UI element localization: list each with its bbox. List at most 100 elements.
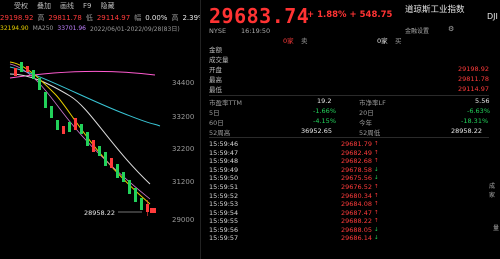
exchange-label: NYSE [209, 27, 227, 35]
candle [116, 164, 119, 178]
arrow-down-icon: ↓ [374, 175, 379, 182]
chart-low-label: 低 [85, 13, 93, 22]
side-tab-label[interactable]: 成家 [489, 181, 500, 199]
stat-label: 成交量 [209, 56, 229, 65]
ytd-label: 今年 [359, 119, 372, 127]
sell-label: 卖 [301, 37, 308, 45]
price-tick: 32200 [172, 145, 194, 153]
chart-high-label: 高 [37, 13, 45, 22]
valuation-row-52w: 52周高 36952.65 52周低 28958.22 [209, 127, 489, 137]
arrow-up-icon: ↑ [374, 184, 379, 190]
arrow-up-icon: ↑ [374, 209, 379, 216]
tick-price: 29688.05 [340, 225, 372, 234]
w52l-value: 28958.22 [451, 127, 483, 135]
price-tick: 33200 [172, 113, 194, 121]
tick-time: 15:59:48 [209, 157, 239, 166]
gear-icon[interactable]: ⚙ [448, 25, 454, 33]
quote-panel: 29683.74 + 1.88% + 548.75 道琼斯工业指数 DJI NY… [200, 0, 500, 259]
side-tab-label[interactable]: 量 [493, 223, 499, 232]
tick-time: 15:59:51 [209, 183, 239, 191]
toolbar-item-authorize[interactable]: 受权 [14, 1, 28, 11]
candle [80, 124, 83, 134]
pe-ttm-value: 19.2 [317, 97, 332, 105]
tick-price: 29682.49 [340, 148, 372, 157]
d5-value: -1.66% [313, 107, 336, 115]
w52h-value: 36952.65 [301, 127, 333, 135]
tick-time: 15:59:47 [209, 148, 239, 157]
toolbar-item-f9[interactable]: F9 [83, 2, 91, 10]
price-tick: 31200 [172, 178, 194, 186]
tick-price: 29681.79 [340, 140, 372, 149]
buy-price: 0家 [377, 37, 388, 45]
d60-label: 60日 [209, 119, 224, 127]
stat-value: 29114.97 [457, 85, 489, 94]
d20-value: -6.63% [467, 107, 490, 115]
chart-change-value: 0.00% [145, 13, 168, 22]
candle [122, 172, 125, 182]
stat-label: 开盘 [209, 66, 222, 75]
pb-label: 市净率LF [359, 99, 386, 107]
arrow-down-icon: ↓ [374, 235, 379, 242]
current-price-marker [150, 208, 156, 213]
toolbar-item-overlay[interactable]: 叠加 [37, 1, 51, 11]
toolbar-item-draw[interactable]: 画线 [60, 1, 74, 11]
price-tick: 29000 [172, 216, 194, 224]
candle [56, 120, 59, 130]
chart-change-label: 幅 [134, 13, 142, 22]
d5-label: 5日 [209, 109, 220, 117]
arrow-up-icon: ↑ [374, 141, 379, 148]
stat-row-low: 最低 29114.97 [209, 85, 489, 94]
tick-row: 15:59:52 29680.34 ↑ [209, 191, 499, 200]
kline-chart-panel[interactable]: 受权 叠加 画线 F9 隐藏 29198.92 高 29811.78 低 291… [0, 0, 200, 259]
tick-time: 15:59:49 [209, 165, 239, 174]
candle [110, 158, 113, 168]
index-code: DJI [487, 12, 498, 21]
candle [86, 132, 89, 146]
tick-list[interactable]: 15:59:46 29681.79 ↑ 15:59:47 29682.49 ↑ 15:59:… [209, 140, 499, 243]
ma-a-value: 32194.90 [0, 24, 29, 32]
tick-time: 15:59:53 [209, 200, 239, 209]
chart-quote-row: 29198.92 高 29811.78 低 29114.97 幅 0.00% 高… [0, 12, 200, 23]
arrow-up-icon: ↑ [374, 192, 379, 199]
pb-value: 5.56 [475, 97, 490, 105]
price-tick: 34400 [172, 79, 194, 87]
date-range: 2022/06/01-2022/09/28(83日) [90, 25, 180, 33]
stat-row-volume: 成交量 [209, 55, 489, 64]
candle [38, 78, 41, 90]
candle [20, 62, 23, 72]
tick-price: 29688.22 [340, 217, 372, 226]
tick-row: 15:59:51 29676.52 ↑ [209, 183, 499, 192]
current-price: 29683.74 [209, 4, 310, 28]
chart-toolbar: 受权 叠加 画线 F9 隐藏 [0, 0, 200, 12]
tick-price: 29680.34 [340, 191, 372, 200]
candlestick-chart[interactable]: 34400 33200 32200 31200 30100 29000 [0, 34, 200, 259]
arrow-up-icon: ↑ [374, 149, 379, 156]
ma250-value: 33701.96 [57, 24, 87, 32]
chart-last-price: 29198.92 [0, 13, 34, 22]
ytd-value: -18.31% [461, 117, 489, 125]
tick-row: 15:59:49 29678.58 ↓ [209, 166, 499, 175]
toolbar-item-hide[interactable]: 隐藏 [100, 1, 114, 11]
ma250-label: MA250 [32, 24, 54, 32]
candle [134, 188, 137, 202]
tick-row: 15:59:54 29687.47 ↑ [209, 208, 499, 217]
chart-swing-label: 高 [171, 13, 179, 22]
arrow-down-icon: ↓ [374, 166, 379, 173]
divider [209, 137, 489, 138]
arrow-down-icon: ↓ [374, 226, 379, 233]
d60-value: -4.15% [313, 117, 336, 125]
tick-time: 15:59:56 [209, 225, 239, 234]
tick-price: 29686.14 [340, 234, 372, 243]
tick-price: 29678.58 [340, 165, 372, 174]
candle [14, 68, 17, 76]
valuation-row-pe: 市盈率TTM 19.2 市净率LF 5.56 [209, 97, 490, 107]
candle [32, 70, 35, 79]
quote-time: 16:19:50 [241, 27, 271, 35]
tick-row: 15:59:47 29682.49 ↑ [209, 149, 499, 158]
order-book-row: 0家 卖 0家 买 [209, 35, 489, 45]
arrow-up-icon: ↑ [374, 218, 379, 225]
price-change: + 1.88% + 548.75 [307, 10, 393, 20]
candle [62, 126, 65, 134]
settings-label[interactable]: 金融设置 [405, 26, 429, 35]
stat-row-amount: 金额 [209, 45, 489, 54]
